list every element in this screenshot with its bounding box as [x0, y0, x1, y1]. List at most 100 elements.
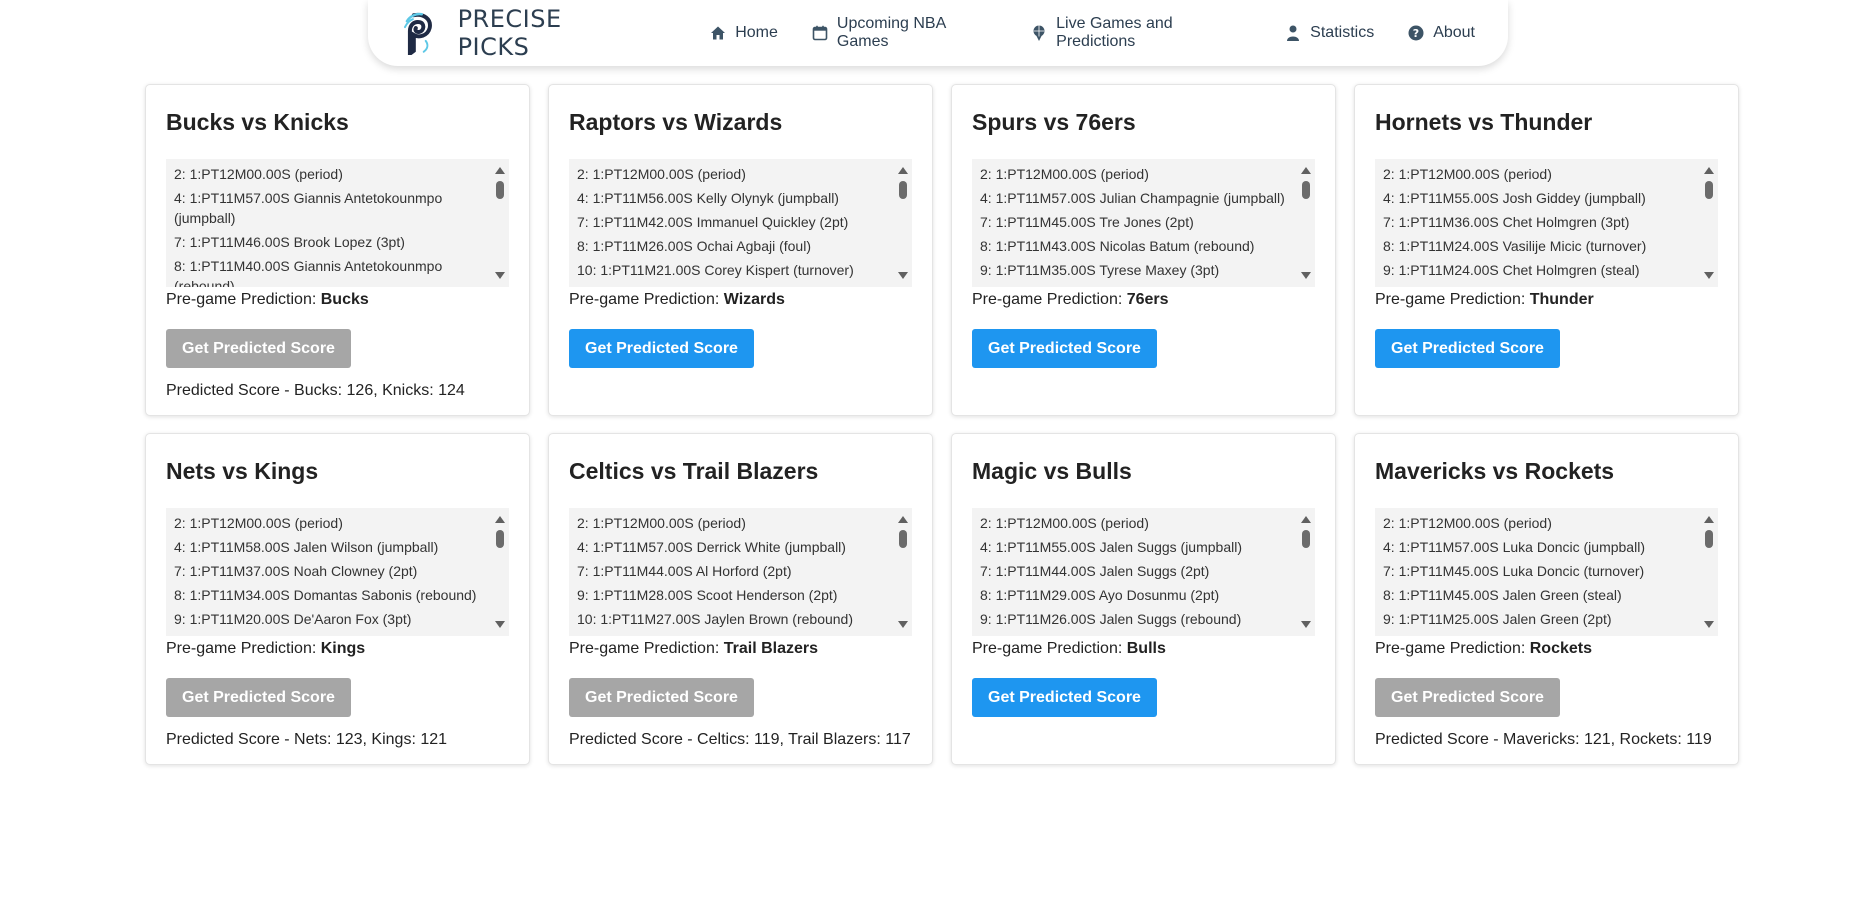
play-item: 7: 1:PT11M46.00S Brook Lopez (3pt) [174, 234, 405, 250]
play-by-play-list[interactable]: 2: 1:PT12M00.00S (period) 4: 1:PT11M55.00… [1375, 159, 1718, 287]
play-list-scrollbar[interactable] [493, 508, 507, 636]
play-item: 9: 1:PT11M25.00S Jalen Green (2pt) [1383, 611, 1612, 627]
play-by-play-list[interactable]: 2: 1:PT12M00.00S (period) 4: 1:PT11M57.00… [569, 508, 912, 636]
play-item: 2: 1:PT12M00.00S (period) [1383, 166, 1552, 182]
scroll-up-arrow-icon[interactable] [898, 167, 908, 174]
game-title: Spurs vs 76ers [972, 109, 1136, 135]
nav-statistics[interactable]: Statistics [1284, 24, 1374, 42]
play-list-scrollbar[interactable] [896, 508, 910, 636]
scroll-down-arrow-icon[interactable] [495, 621, 505, 628]
get-predicted-score-button[interactable]: Get Predicted Score [569, 678, 754, 717]
play-list-items: 2: 1:PT12M00.00S (period) 4: 1:PT11M57.00… [972, 159, 1315, 287]
prediction-label: Pre-game Prediction: [166, 291, 321, 308]
game-title: Bucks vs Knicks [166, 109, 349, 135]
prediction-label: Pre-game Prediction: [166, 640, 321, 657]
nav-links: Home Upcoming NBA Games Live Games and P… [709, 15, 1508, 51]
nav-upcoming-games-label: Upcoming NBA Games [836, 15, 946, 50]
scroll-up-arrow-icon[interactable] [1301, 167, 1311, 174]
nav-home-label: Home [735, 24, 778, 41]
play-item: 9: 1:PT11M20.00S De'Aaron Fox (3pt) [174, 611, 412, 627]
get-predicted-score-button[interactable]: Get Predicted Score [1375, 678, 1560, 717]
play-item: 4: 1:PT11M57.00S Julian Champagnie (jump… [980, 190, 1285, 206]
play-list-scrollbar[interactable] [1299, 508, 1313, 636]
scroll-up-arrow-icon[interactable] [495, 167, 505, 174]
play-list-items: 2: 1:PT12M00.00S (period) 4: 1:PT11M57.00… [1375, 508, 1718, 636]
scroll-down-arrow-icon[interactable] [1704, 621, 1714, 628]
nav-statistics-label: Statistics [1310, 24, 1375, 41]
play-by-play-list[interactable]: 2: 1:PT12M00.00S (period) 4: 1:PT11M56.00… [569, 159, 912, 287]
home-icon [709, 24, 727, 42]
nav-live-games[interactable]: Live Games and Predictions [1030, 15, 1251, 51]
scroll-down-arrow-icon[interactable] [898, 272, 908, 279]
play-by-play-list[interactable]: 2: 1:PT12M00.00S (period) 4: 1:PT11M57.00… [1375, 508, 1718, 636]
play-item: 8: 1:PT11M45.00S Jalen Green (steal) [1383, 587, 1622, 603]
pregame-prediction: Pre-game Prediction: Wizards [569, 291, 912, 311]
get-predicted-score-button[interactable]: Get Predicted Score [166, 329, 351, 368]
get-predicted-score-button[interactable]: Get Predicted Score [166, 678, 351, 717]
play-item: 9: 1:PT11M35.00S Tyrese Maxey (3pt) [980, 262, 1220, 278]
scroll-down-arrow-icon[interactable] [1301, 272, 1311, 279]
play-item: 4: 1:PT11M57.00S Luka Doncic (jumpball) [1383, 539, 1645, 555]
play-item: 7: 1:PT11M45.00S Luka Doncic (turnover) [1383, 563, 1645, 579]
brand[interactable]: PRECISE PICKS [402, 5, 639, 61]
brand-name: PRECISE PICKS [457, 5, 562, 61]
play-item: 4: 1:PT11M58.00S Jalen Wilson (jumpball) [174, 539, 439, 555]
get-predicted-score-button[interactable]: Get Predicted Score [972, 329, 1157, 368]
scroll-down-arrow-icon[interactable] [1704, 272, 1714, 279]
calendar-icon [811, 24, 829, 42]
play-list-scrollbar[interactable] [1299, 159, 1313, 287]
get-predicted-score-button[interactable]: Get Predicted Score [972, 678, 1157, 717]
nav-about[interactable]: ? About [1407, 24, 1475, 42]
user-icon [1284, 24, 1302, 42]
top-navbar: PRECISE PICKS Home Upcoming NBA Games Li… [368, 0, 1508, 66]
play-item: 2: 1:PT12M00.00S (period) [577, 515, 746, 531]
play-list-scrollbar[interactable] [1702, 508, 1716, 636]
scrollbar-thumb[interactable] [1302, 181, 1310, 199]
play-list-items: 2: 1:PT12M00.00S (period) 4: 1:PT11M55.00… [1375, 159, 1718, 287]
get-predicted-score-button[interactable]: Get Predicted Score [569, 329, 754, 368]
scroll-up-arrow-icon[interactable] [1704, 516, 1714, 523]
scroll-up-arrow-icon[interactable] [1704, 167, 1714, 174]
get-predicted-score-button[interactable]: Get Predicted Score [1375, 329, 1560, 368]
play-item: 2: 1:PT12M00.00S (period) [174, 166, 343, 182]
scrollbar-thumb[interactable] [1705, 181, 1713, 199]
scroll-down-arrow-icon[interactable] [898, 621, 908, 628]
play-list-scrollbar[interactable] [1702, 159, 1716, 287]
game-title: Mavericks vs Rockets [1375, 458, 1615, 484]
play-list-scrollbar[interactable] [896, 159, 910, 287]
scrollbar-thumb[interactable] [899, 530, 907, 548]
scroll-up-arrow-icon[interactable] [898, 516, 908, 523]
prediction-team: Trail Blazers [723, 640, 819, 657]
play-item: 4: 1:PT11M57.00S Giannis Antetokounmpo (… [174, 190, 443, 226]
play-item: 8: 1:PT11M43.00S Nicolas Batum (rebound) [980, 238, 1255, 254]
game-card: Mavericks vs Rockets 2: 1:PT12M00.00S (p… [1354, 433, 1739, 765]
scrollbar-thumb[interactable] [899, 181, 907, 199]
predicted-score: Predicted Score - Celtics: 119, Trail Bl… [569, 731, 911, 748]
play-item: 8: 1:PT11M34.00S Domantas Sabonis (rebou… [174, 587, 477, 603]
scroll-up-arrow-icon[interactable] [1301, 516, 1311, 523]
predicted-score: Predicted Score - Nets: 123, Kings: 121 [166, 731, 448, 748]
play-list-items: 2: 1:PT12M00.00S (period) 4: 1:PT11M57.00… [569, 508, 912, 636]
scrollbar-thumb[interactable] [496, 530, 504, 548]
scroll-down-arrow-icon[interactable] [495, 272, 505, 279]
play-by-play-list[interactable]: 2: 1:PT12M00.00S (period) 4: 1:PT11M58.00… [166, 508, 509, 636]
pregame-prediction: Pre-game Prediction: Bucks [166, 291, 509, 311]
help-icon: ? [1407, 24, 1425, 42]
play-by-play-list[interactable]: 2: 1:PT12M00.00S (period) 4: 1:PT11M57.00… [972, 159, 1315, 287]
scrollbar-thumb[interactable] [1705, 530, 1713, 548]
scroll-up-arrow-icon[interactable] [495, 516, 505, 523]
scrollbar-thumb[interactable] [1302, 530, 1310, 548]
play-by-play-list[interactable]: 2: 1:PT12M00.00S (period) 4: 1:PT11M57.00… [166, 159, 509, 287]
prediction-team: Kings [320, 640, 366, 657]
nav-upcoming-games[interactable]: Upcoming NBA Games [811, 15, 997, 51]
scroll-down-arrow-icon[interactable] [1301, 621, 1311, 628]
play-item: 8: 1:PT11M29.00S Ayo Dosunmu (2pt) [980, 587, 1220, 603]
scrollbar-thumb[interactable] [496, 181, 504, 199]
nav-about-label: About [1433, 24, 1475, 41]
pregame-prediction: Pre-game Prediction: Kings [166, 640, 509, 660]
play-list-items: 2: 1:PT12M00.00S (period) 4: 1:PT11M58.00… [166, 508, 509, 636]
game-card: Bucks vs Knicks 2: 1:PT12M00.00S (period… [145, 84, 530, 416]
nav-home[interactable]: Home [709, 24, 778, 42]
play-list-scrollbar[interactable] [493, 159, 507, 287]
play-by-play-list[interactable]: 2: 1:PT12M00.00S (period) 4: 1:PT11M55.00… [972, 508, 1315, 636]
